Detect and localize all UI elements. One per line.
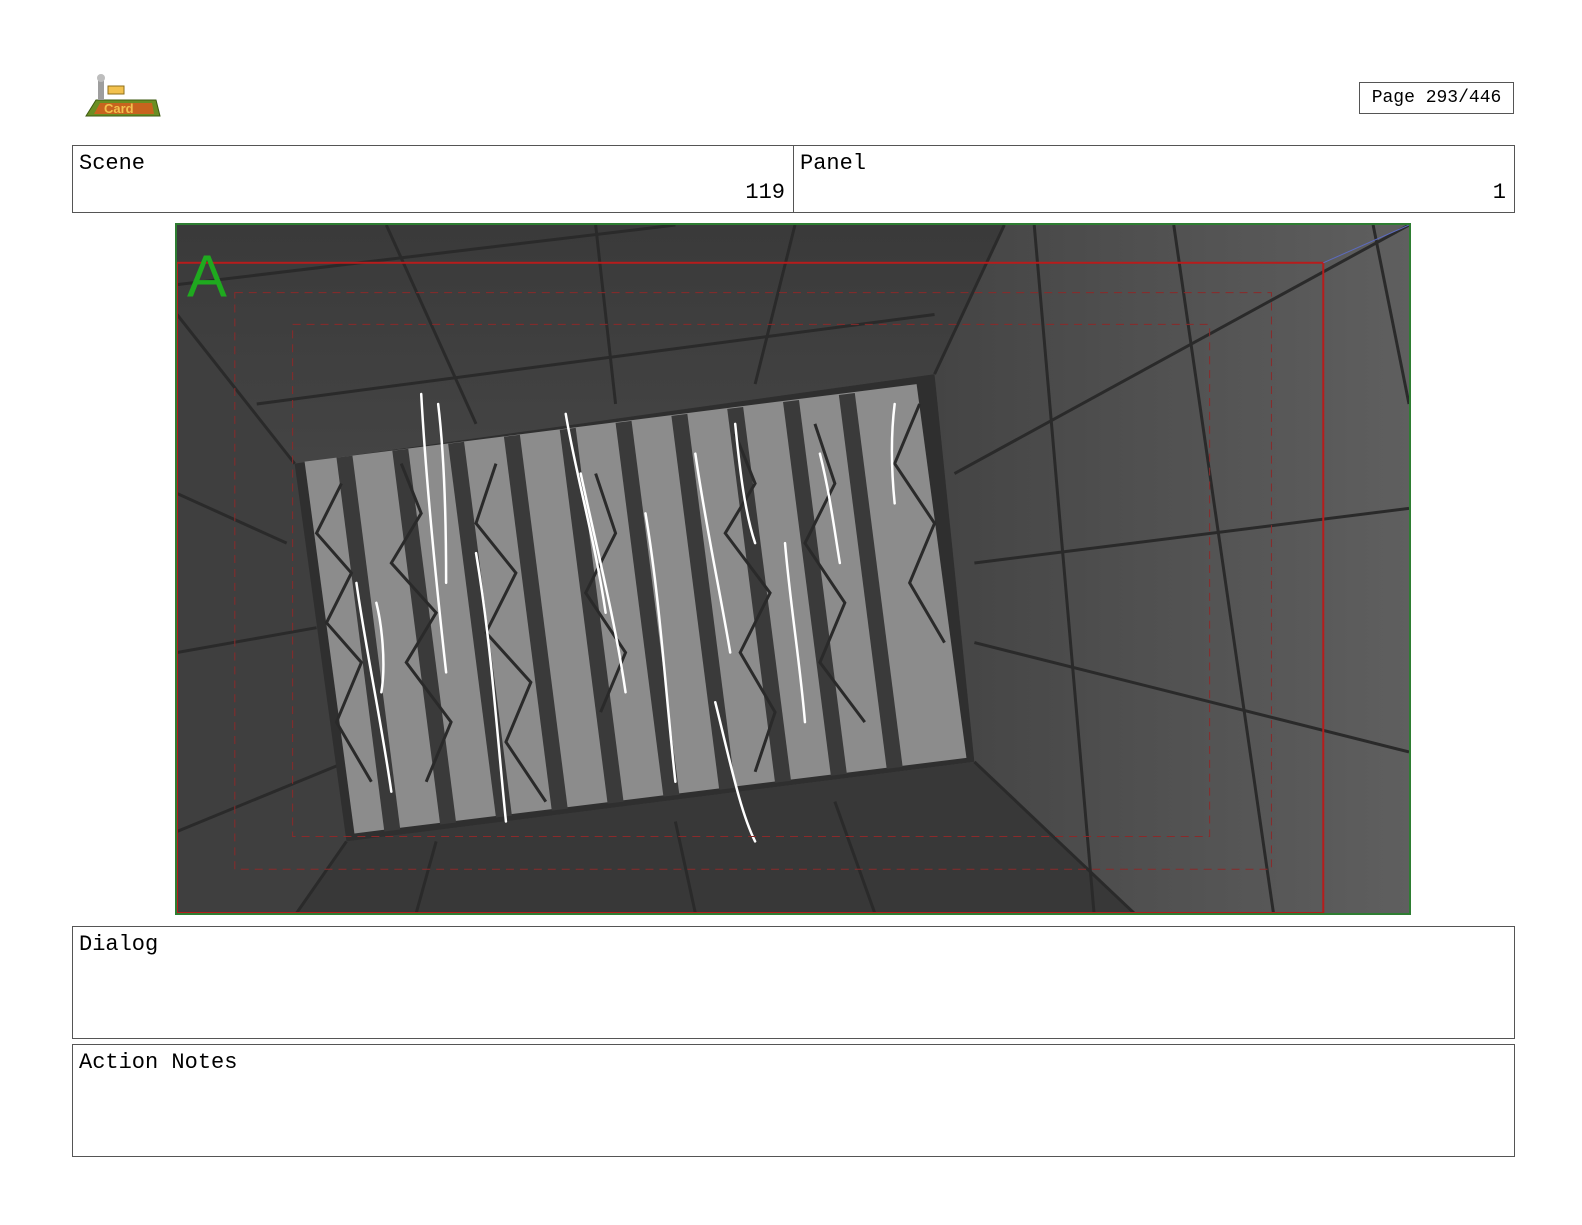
action-notes-box: Action Notes xyxy=(72,1044,1515,1157)
action-notes-label: Action Notes xyxy=(79,1050,238,1075)
scene-cell: Scene 119 xyxy=(73,146,793,212)
pic-game-logo-icon: Card xyxy=(82,72,162,122)
svg-text:Card: Card xyxy=(104,101,134,116)
page-indicator: Page 293/446 xyxy=(1359,82,1514,114)
storyboard-panel-image: A xyxy=(175,223,1411,915)
panel-number: 1 xyxy=(1492,180,1506,205)
panel-label: Panel xyxy=(800,151,867,176)
scene-panel-header: Scene 119 Panel 1 xyxy=(72,145,1515,213)
panel-cell: Panel 1 xyxy=(793,146,1514,212)
storyboard-drawing: A xyxy=(177,225,1409,913)
scene-label: Scene xyxy=(79,151,146,176)
scene-number: 119 xyxy=(745,180,785,205)
dialog-box: Dialog xyxy=(72,926,1515,1039)
dialog-label: Dialog xyxy=(79,932,159,957)
layer-marker: A xyxy=(187,243,227,310)
